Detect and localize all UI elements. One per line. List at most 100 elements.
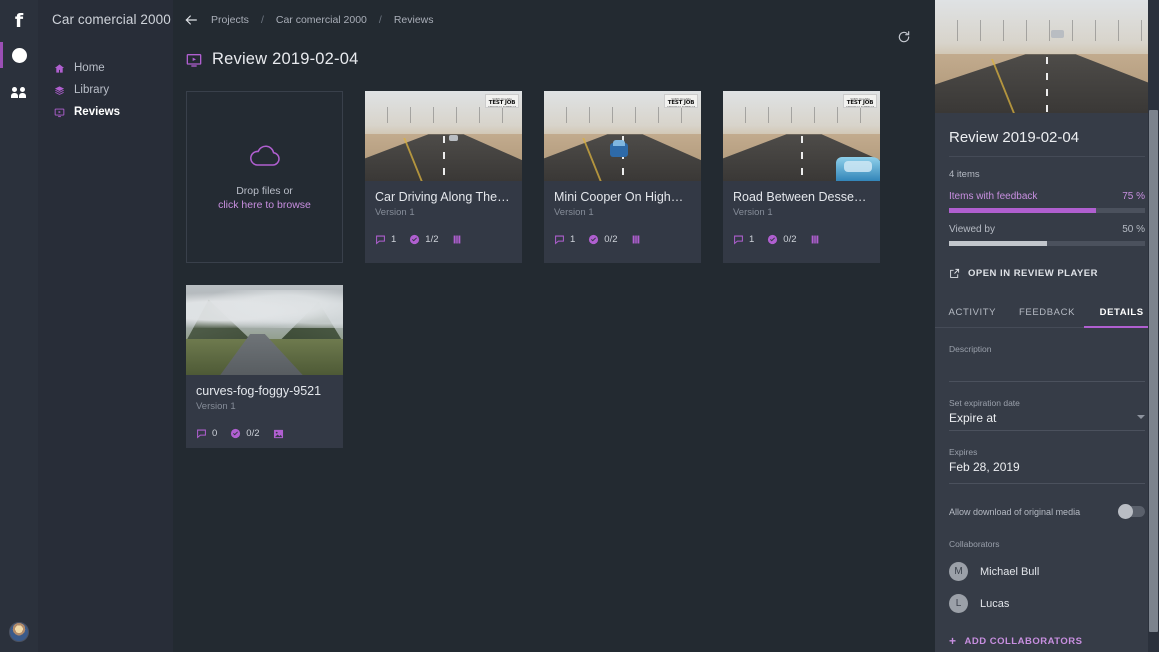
app-root: f Car comercial 2000 Home Library Review… xyxy=(0,0,1159,652)
back-arrow-icon[interactable] xyxy=(183,12,199,28)
expires-label: Expires xyxy=(949,447,978,457)
comment-count[interactable]: 0 xyxy=(196,428,217,439)
comment-count-value: 1 xyxy=(749,234,755,245)
rail-item-people[interactable] xyxy=(0,74,38,112)
details-panel: TEST JOB Review 2019-02-04 4 items Items… xyxy=(935,0,1159,652)
scrollbar-thumb[interactable] xyxy=(1149,110,1158,632)
stat-items-with-feedback: Items with feedback 75 % xyxy=(949,180,1145,202)
refresh-icon[interactable] xyxy=(897,30,911,44)
video-icon xyxy=(811,235,818,244)
comment-count[interactable]: 1 xyxy=(733,234,754,245)
comment-count-value: 1 xyxy=(391,234,397,245)
file-dropzone[interactable]: Drop files or click here to browse xyxy=(186,91,343,263)
list-item[interactable]: L Lucas xyxy=(949,581,1145,613)
add-collaborators-button[interactable]: + ADD COLLABORATORS xyxy=(949,613,1145,647)
sidebar-item-label: Home xyxy=(74,62,105,74)
comment-count[interactable]: 1 xyxy=(375,234,396,245)
media-version: Version 1 xyxy=(375,207,415,218)
avatar: M xyxy=(949,562,968,581)
check-circle-icon xyxy=(768,234,778,245)
media-thumbnail[interactable]: SONY CineAlta TEST JOB SHOOT 01 SCENE 03… xyxy=(723,91,880,181)
dropzone-line2[interactable]: click here to browse xyxy=(218,199,311,211)
review-hero-thumbnail[interactable]: TEST JOB xyxy=(935,0,1159,113)
comment-count-value: 0 xyxy=(212,428,218,439)
media-grid: Drop files or click here to browse SONY … xyxy=(173,69,893,448)
media-thumbnail[interactable]: SONY CineAlta TEST JOB SHOOT 01 SCENE 03… xyxy=(365,91,522,181)
avatar: L xyxy=(949,594,968,613)
review-header: Review 2019-02-04 xyxy=(173,28,935,69)
details-tab-content: Description Set expiration date Expire a… xyxy=(935,328,1159,647)
badge-sub-text: SHOOT 01 SCENE 03 TAKE 02 xyxy=(846,104,874,108)
description-input[interactable] xyxy=(949,354,1145,376)
approval-count-value: 0/2 xyxy=(604,234,618,245)
check-circle-icon xyxy=(589,234,599,245)
page-title: Review 2019-02-04 xyxy=(212,50,359,68)
allow-download-label: Allow download of original media xyxy=(949,506,1081,517)
check-circle-icon xyxy=(231,428,241,439)
media-version: Version 1 xyxy=(196,401,236,412)
media-card[interactable]: curves-fog-foggy-9521 Version 1 0 0/2 xyxy=(186,285,343,448)
comment-icon xyxy=(197,429,206,439)
list-item[interactable]: M Michael Bull xyxy=(949,549,1145,581)
media-type xyxy=(810,234,820,245)
media-card[interactable]: SONY CineAlta TEST JOB SHOOT 01 SCENE 03… xyxy=(723,91,880,263)
scrollbar-track[interactable] xyxy=(1148,0,1159,652)
sidebar-nav: Home Library Reviews xyxy=(38,57,173,123)
sidebar-item-label: Library xyxy=(74,84,110,96)
description-field[interactable]: Description xyxy=(949,328,1145,382)
media-card-body: Car Driving Along The … Version 1 xyxy=(365,181,522,218)
allow-download-toggle[interactable] xyxy=(1118,504,1145,519)
badge-sub-text: SHOOT 01 SCENE 03 TAKE 02 xyxy=(488,104,516,108)
expiration-date-field[interactable]: Set expiration date Expire at xyxy=(949,382,1145,431)
breadcrumb: Projects / Car comercial 2000 / Reviews xyxy=(173,0,935,28)
media-card-footer: 0 0/2 xyxy=(186,412,343,448)
media-card[interactable]: SONY CineAlta TEST JOB SHOOT 01 SCENE 03… xyxy=(365,91,522,263)
approval-count-value: 0/2 xyxy=(246,428,260,439)
sidebar-item-home[interactable]: Home xyxy=(38,57,173,79)
badge-top-text: SONY CineAlta xyxy=(671,96,691,101)
approval-count[interactable]: 1/2 xyxy=(409,234,439,245)
collaborator-name: Lucas xyxy=(980,597,1010,610)
open-in-review-player-button[interactable]: OPEN IN REVIEW PLAYER xyxy=(949,246,1145,297)
comment-icon xyxy=(376,235,385,245)
media-version: Version 1 xyxy=(733,207,773,218)
check-circle-icon xyxy=(410,234,420,245)
breadcrumb-separator: / xyxy=(260,14,264,26)
approval-count[interactable]: 0/2 xyxy=(230,428,260,439)
external-link-icon xyxy=(950,268,960,278)
media-thumbnail[interactable] xyxy=(186,285,343,375)
add-collaborators-label: ADD COLLABORATORS xyxy=(964,635,1083,647)
media-card[interactable]: SONY CineAlta TEST JOB SHOOT 01 SCENE 03… xyxy=(544,91,701,263)
sidebar: Car comercial 2000 Home Library Reviews xyxy=(38,0,173,652)
badge-sub-text: SHOOT 01 SCENE 03 TAKE 02 xyxy=(667,104,695,108)
approval-count[interactable]: 0/2 xyxy=(588,234,618,245)
plus-icon: + xyxy=(949,634,957,648)
expiration-select[interactable]: Expire at xyxy=(949,408,1145,425)
expiration-label: Set expiration date xyxy=(949,398,1020,408)
tab-activity[interactable]: ACTIVITY xyxy=(935,297,1010,327)
breadcrumb-item-reviews[interactable]: Reviews xyxy=(394,14,434,26)
media-card-footer: 1 1/2 xyxy=(365,218,522,254)
breadcrumb-item-project[interactable]: Car comercial 2000 xyxy=(276,14,367,26)
media-thumbnail[interactable]: SONY CineAlta TEST JOB SHOOT 01 SCENE 03… xyxy=(544,91,701,181)
app-logo[interactable]: f xyxy=(0,6,38,36)
stat-label: Viewed by xyxy=(949,224,995,235)
chevron-down-icon[interactable] xyxy=(1137,414,1145,419)
sidebar-item-reviews[interactable]: Reviews xyxy=(38,101,173,123)
collaborators-label: Collaborators xyxy=(949,539,1000,549)
people-icon xyxy=(10,86,28,100)
comment-count[interactable]: 1 xyxy=(554,234,575,245)
breadcrumb-item-projects[interactable]: Projects xyxy=(211,14,249,26)
dropzone-line1: Drop files or xyxy=(236,185,293,197)
rail-item-project[interactable] xyxy=(0,36,38,74)
media-card-body: curves-fog-foggy-9521 Version 1 xyxy=(186,375,343,412)
tab-feedback[interactable]: FEEDBACK xyxy=(1010,297,1085,327)
review-player-icon xyxy=(186,52,202,68)
media-type xyxy=(273,429,284,439)
avatar[interactable] xyxy=(9,622,29,642)
approval-count[interactable]: 0/2 xyxy=(767,234,797,245)
progress-bar-viewed xyxy=(949,241,1145,246)
stat-viewed-by: Viewed by 50 % xyxy=(949,213,1145,235)
icon-rail: f xyxy=(0,0,38,652)
sidebar-item-library[interactable]: Library xyxy=(38,79,173,101)
